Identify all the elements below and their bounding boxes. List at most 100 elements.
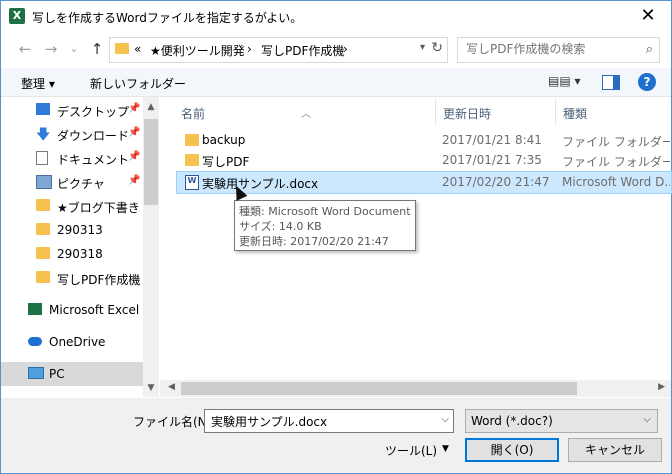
command-toolbar: 整理 ▾ 新しいフォルダー ▤▤ ▾ ? xyxy=(1,68,671,97)
file-name: 実験用サンプル.docx xyxy=(202,177,319,191)
open-button[interactable]: 開く(O) xyxy=(465,438,559,462)
chevron-down-icon[interactable]: ▾ xyxy=(420,42,425,53)
tooltip-modified: 更新日時: 2017/02/20 21:47 xyxy=(239,235,389,248)
up-arrow-icon[interactable]: ↑ xyxy=(87,39,107,59)
breadcrumb-item[interactable]: ★便利ツール開発 xyxy=(150,42,245,59)
excel-app-icon: X xyxy=(9,8,25,24)
sidebar-item-290313[interactable]: 290313 xyxy=(1,218,143,242)
sidebar-item-label: PC xyxy=(49,367,65,381)
column-divider[interactable] xyxy=(555,99,556,125)
breadcrumb-item[interactable]: 写しPDF作成機 xyxy=(261,42,344,59)
file-list-horizontal-scrollbar[interactable]: ◀ ▶ xyxy=(160,380,671,397)
scroll-up-icon[interactable]: ▲ xyxy=(143,102,159,112)
back-arrow-icon[interactable]: ← xyxy=(15,39,35,59)
file-row-backup[interactable]: backup 2017/01/21 8:41 ファイル フォルダー xyxy=(177,130,671,151)
address-bar[interactable]: « ★便利ツール開発 › 写しPDF作成機 › ▾ ↻ xyxy=(109,37,448,63)
desktop-icon xyxy=(36,103,50,115)
tooltip-size: サイズ: 14.0 KB xyxy=(239,220,322,233)
sidebar-item-label: ダウンロード xyxy=(57,129,130,143)
sidebar-item-downloads[interactable]: 🡇 ダウンロード 📌 xyxy=(1,122,143,146)
pin-icon[interactable]: 📌 xyxy=(128,127,140,138)
scroll-left-icon[interactable]: ◀ xyxy=(168,382,175,392)
pin-icon[interactable]: 📌 xyxy=(128,103,140,114)
sidebar-item-blog-drafts[interactable]: ★ブログ下書き xyxy=(1,194,143,218)
column-divider[interactable] xyxy=(435,99,436,125)
file-open-dialog: X 写しを作成するWordファイルを指定するがよい。 ✕ ← → ⌄ ↑ « ★… xyxy=(0,0,672,474)
file-row-sample-docx[interactable]: W 実験用サンプル.docx 2017/02/20 21:47 Microsof… xyxy=(176,171,672,194)
sidebar-item-290318[interactable]: 290318 xyxy=(1,242,143,266)
sidebar-item-label: ★ブログ下書き xyxy=(57,201,140,215)
file-name: backup xyxy=(202,133,246,147)
sidebar-item-desktop[interactable]: デスクトップ 📌 xyxy=(1,98,143,122)
document-icon xyxy=(36,151,48,165)
excel-icon xyxy=(28,303,42,315)
folder-icon xyxy=(36,271,50,283)
file-type-filter[interactable]: Word (*.doc?) ⌵ xyxy=(465,409,658,433)
search-box[interactable]: ⌕ xyxy=(457,37,660,63)
column-header-type[interactable]: 種類 xyxy=(563,105,587,122)
forward-arrow-icon[interactable]: → xyxy=(41,39,61,59)
sidebar-item-documents[interactable]: ドキュメント 📌 xyxy=(1,146,143,170)
file-type: ファイル フォルダー xyxy=(562,135,670,149)
view-options-button[interactable]: ▤▤ ▾ xyxy=(548,74,581,88)
navigation-pane: デスクトップ 📌 🡇 ダウンロード 📌 ドキュメント 📌 ピクチャ 📌 ★ブログ… xyxy=(1,97,159,397)
column-header-name[interactable]: 名前 xyxy=(181,105,205,122)
scrollbar-thumb[interactable] xyxy=(144,119,158,205)
scroll-right-icon[interactable]: ▶ xyxy=(658,382,665,392)
scroll-down-icon[interactable]: ▼ xyxy=(143,383,159,393)
sidebar-item-pdf-maker[interactable]: 写しPDF作成機 xyxy=(1,266,143,290)
organize-button[interactable]: 整理 ▾ xyxy=(21,75,55,92)
sidebar-item-pc[interactable]: PC xyxy=(1,362,143,386)
chevron-right-icon[interactable]: › xyxy=(247,42,252,56)
sidebar-item-label: デスクトップ xyxy=(57,105,130,119)
filename-input[interactable] xyxy=(209,413,433,429)
filter-value: Word (*.doc?) xyxy=(471,414,553,428)
scrollbar-thumb[interactable] xyxy=(181,382,577,395)
tools-menu-button[interactable]: ツール(L) xyxy=(385,442,437,459)
folder-icon xyxy=(36,247,50,259)
new-folder-button[interactable]: 新しいフォルダー xyxy=(90,75,186,92)
pin-icon[interactable]: 📌 xyxy=(128,175,140,186)
sidebar-item-pictures[interactable]: ピクチャ 📌 xyxy=(1,170,143,194)
close-icon[interactable]: ✕ xyxy=(635,5,661,29)
cancel-button[interactable]: キャンセル xyxy=(568,438,662,462)
folder-icon xyxy=(185,154,199,166)
folder-icon xyxy=(36,223,50,235)
download-arrow-icon: 🡇 xyxy=(36,127,51,143)
sidebar-item-label: ピクチャ xyxy=(57,177,105,191)
recent-locations-dropdown[interactable]: ⌄ xyxy=(64,39,84,59)
filename-combobox[interactable]: ⌵ xyxy=(204,409,454,433)
sidebar-item-label: ドキュメント xyxy=(57,153,130,167)
chevron-down-icon[interactable]: ⌵ xyxy=(441,414,449,425)
breadcrumb-overflow[interactable]: « xyxy=(134,42,141,56)
pin-icon[interactable]: 📌 xyxy=(128,151,140,162)
sidebar-item-label: OneDrive xyxy=(49,335,106,349)
file-row-pdf-folder[interactable]: 写しPDF 2017/01/21 7:35 ファイル フォルダー xyxy=(177,150,671,171)
search-icon[interactable]: ⌕ xyxy=(646,42,653,57)
chevron-right-icon[interactable]: › xyxy=(343,42,348,56)
tools-dropdown-icon[interactable]: ▼ xyxy=(442,444,449,454)
sidebar-item-onedrive[interactable]: OneDrive xyxy=(1,330,143,354)
column-header-date[interactable]: 更新日時 xyxy=(443,105,491,122)
file-type: ファイル フォルダー xyxy=(562,155,670,169)
sidebar-item-label: Microsoft Excel xyxy=(49,303,140,317)
file-date: 2017/01/21 8:41 xyxy=(442,133,542,147)
column-headers: ︿ 名前 更新日時 種類 xyxy=(160,97,671,125)
navigation-bar: ← → ⌄ ↑ « ★便利ツール開発 › 写しPDF作成機 › ▾ ↻ ⌕ xyxy=(1,34,671,66)
preview-pane-icon[interactable] xyxy=(602,75,620,90)
help-icon[interactable]: ? xyxy=(638,73,656,91)
sidebar-item-label: 290313 xyxy=(57,223,103,237)
chevron-down-icon[interactable]: ⌵ xyxy=(643,414,651,425)
folder-icon xyxy=(115,43,129,54)
word-document-icon: W xyxy=(185,175,199,190)
cloud-icon xyxy=(28,337,42,346)
sidebar-item-microsoft-excel[interactable]: Microsoft Excel xyxy=(1,298,143,322)
pictures-icon xyxy=(36,175,52,189)
sidebar-item-label: 290318 xyxy=(57,247,103,261)
search-input[interactable] xyxy=(464,41,628,57)
title-bar: X 写しを作成するWordファイルを指定するがよい。 ✕ xyxy=(1,1,671,32)
navigation-pane-scrollbar[interactable]: ▲ ▼ xyxy=(143,97,159,397)
window-title: 写しを作成するWordファイルを指定するがよい。 xyxy=(32,11,303,25)
file-type: Microsoft Word D... xyxy=(562,175,670,189)
refresh-icon[interactable]: ↻ xyxy=(431,40,443,56)
